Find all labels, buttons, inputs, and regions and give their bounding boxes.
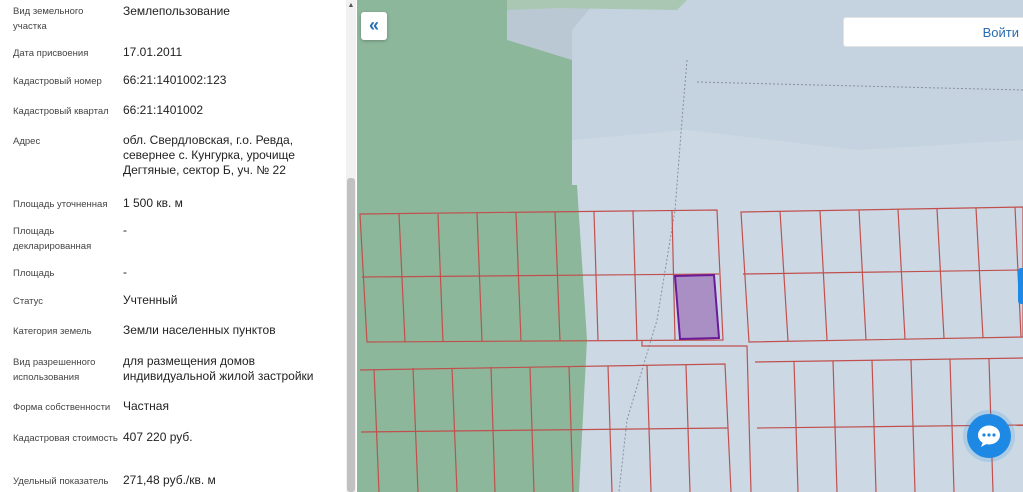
chat-icon xyxy=(978,425,1000,447)
login-link[interactable]: Войти xyxy=(983,25,1019,40)
double-chevron-left-icon: « xyxy=(368,15,379,35)
scroll-up-arrow-icon[interactable]: ▲ xyxy=(347,2,355,10)
info-label: Кадастровый квартал xyxy=(13,106,109,117)
cadastral-map[interactable] xyxy=(357,0,1023,492)
map-canvas[interactable] xyxy=(357,0,1023,492)
panel-scrollbar[interactable]: ▲ xyxy=(346,0,356,492)
info-value: - xyxy=(123,265,127,279)
info-value: 271,48 руб./кв. м xyxy=(123,473,216,487)
info-value: Земли населенных пунктов xyxy=(123,323,276,337)
info-value[interactable]: 66:21:1401002 xyxy=(123,103,333,118)
info-value[interactable]: 66:21:1401002:123 xyxy=(123,73,333,88)
collapse-panel-button[interactable]: « xyxy=(361,12,387,40)
info-value: для размещения домов индивидуальной жило… xyxy=(123,354,314,383)
scrollbar-thumb[interactable] xyxy=(347,178,355,492)
info-label: Кадастровая стоимость xyxy=(13,433,118,444)
info-label: Площадь xyxy=(13,268,55,279)
info-value: 17.01.2011 xyxy=(123,45,183,59)
forest-area xyxy=(357,0,572,185)
info-label: Удельный показатель xyxy=(13,476,109,487)
info-label: Площадь декларированная xyxy=(13,226,92,252)
login-box[interactable]: Войти xyxy=(843,17,1023,47)
forest-top-strip xyxy=(507,0,687,10)
info-label: Площадь уточненная xyxy=(13,199,108,210)
chat-button[interactable] xyxy=(967,414,1011,458)
info-label: Вид разрешенного использования xyxy=(13,357,96,383)
info-value: 1 500 кв. м xyxy=(123,196,183,210)
info-value: обл. Свердловская, г.о. Ревда, севернее … xyxy=(123,133,295,177)
info-label: Категория земель xyxy=(13,326,92,337)
parcel-info-panel: Вид земельного участка Землепользование … xyxy=(0,0,347,492)
info-label: Дата присвоения xyxy=(13,48,89,59)
info-label: Кадастровый номер xyxy=(13,76,102,87)
info-row-land-type: Вид земельного участка Землепользование xyxy=(0,2,346,36)
info-label: Форма собственности xyxy=(13,402,111,413)
selected-parcel[interactable] xyxy=(673,273,721,341)
info-value: Учтенный xyxy=(123,293,178,307)
info-value: Частная xyxy=(123,399,169,413)
info-label: Адрес xyxy=(13,136,41,147)
info-value: Землепользование xyxy=(123,4,230,18)
info-label: Статус xyxy=(13,296,44,307)
info-label: Вид земельного участка xyxy=(13,6,84,32)
forest-area-mid xyxy=(357,185,587,492)
info-value: 407 220 руб. xyxy=(123,430,193,444)
map-right-edge-tab[interactable] xyxy=(1018,268,1023,304)
info-value: - xyxy=(123,223,127,237)
